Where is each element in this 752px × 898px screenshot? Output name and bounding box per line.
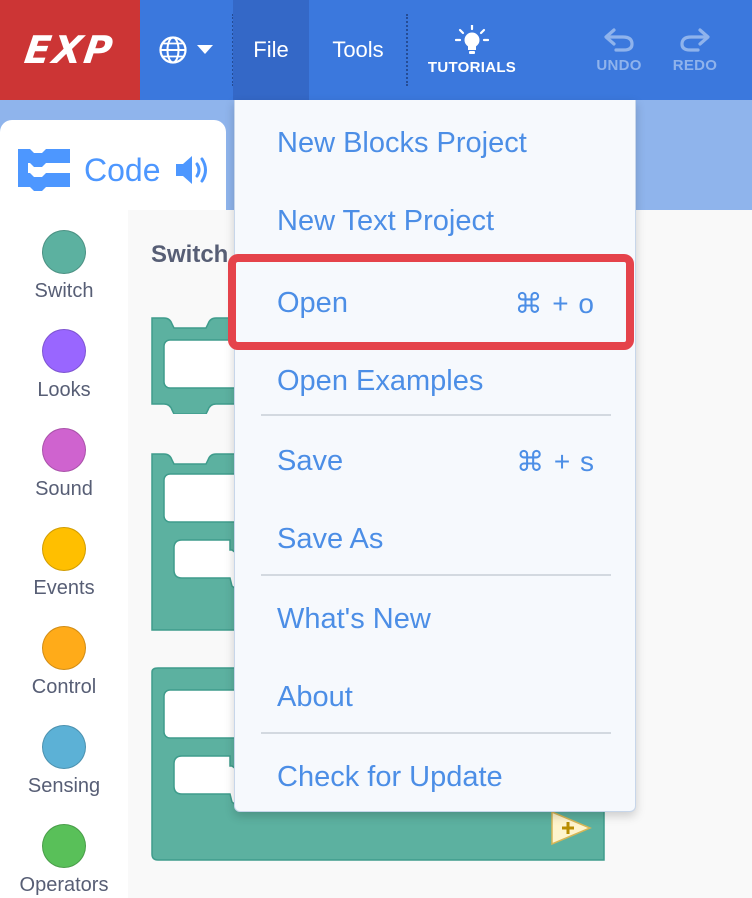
redo-icon	[680, 27, 710, 52]
file-dropdown-menu: New Blocks Project New Text Project Open…	[234, 100, 636, 812]
globe-icon	[159, 36, 187, 64]
menu-item-label: Open Examples	[277, 364, 484, 397]
code-blocks-icon	[18, 149, 70, 191]
menu-item-label: New Blocks Project	[277, 126, 527, 159]
lightbulb-icon	[455, 24, 489, 54]
category-operators[interactable]: Operators	[0, 824, 128, 898]
undo-icon	[604, 27, 634, 52]
menu-item-new-blocks-project[interactable]: New Blocks Project	[235, 108, 635, 178]
category-label: Sensing	[27, 775, 101, 797]
category-label: Control	[31, 676, 97, 698]
category-sensing[interactable]: Sensing	[0, 725, 128, 815]
category-looks[interactable]: Looks	[0, 329, 128, 419]
menu-item-label: What's New	[277, 602, 431, 635]
menu-item-label: New Text Project	[277, 204, 495, 237]
category-dot	[42, 428, 86, 472]
category-menu: Switch Looks Sound Events Control Sensin…	[0, 210, 128, 898]
menu-separator	[261, 732, 611, 734]
undo-label: UNDO	[596, 56, 642, 74]
code-tab-label: Code	[84, 151, 161, 188]
shortcut-label: ⌘ + s	[516, 445, 595, 477]
redo-label: REDO	[672, 56, 718, 74]
language-selector[interactable]	[140, 0, 232, 100]
caret-down-icon	[197, 45, 213, 54]
category-dot	[42, 527, 86, 571]
brand-logo[interactable]: EXP	[0, 0, 140, 100]
tools-menu-button[interactable]: Tools	[315, 0, 401, 100]
category-events[interactable]: Events	[0, 527, 128, 617]
menu-item-label: Save	[277, 444, 344, 477]
category-control[interactable]: Control	[0, 626, 128, 716]
tutorials-label: TUTORIALS	[427, 58, 517, 76]
undo-button[interactable]: UNDO	[586, 0, 652, 100]
category-label: Operators	[19, 874, 109, 896]
menu-item-check-for-update[interactable]: Check for Update	[235, 742, 635, 812]
menu-item-new-text-project[interactable]: New Text Project	[235, 186, 635, 256]
file-menu-label: File	[253, 37, 289, 62]
menu-divider	[406, 14, 408, 86]
menu-item-open-examples[interactable]: Open Examples	[235, 346, 635, 416]
menu-item-save-as[interactable]: Save As	[235, 504, 635, 574]
brand-text: EXP	[22, 28, 118, 72]
menu-item-whats-new[interactable]: What's New	[235, 584, 635, 654]
category-dot	[42, 626, 86, 670]
palette-section-title: Switch	[151, 241, 229, 268]
tools-menu-label: Tools	[332, 37, 384, 62]
category-dot	[42, 230, 86, 274]
menu-item-about[interactable]: About	[235, 662, 635, 732]
category-sound[interactable]: Sound	[0, 428, 128, 518]
menu-separator	[261, 574, 611, 576]
menu-bar: EXP File Tools TUTORIALS UNDO REDO	[0, 0, 752, 100]
menu-item-label: Check for Update	[277, 760, 503, 793]
menu-item-save[interactable]: Save ⌘ + s	[235, 426, 635, 496]
category-switch[interactable]: Switch	[0, 230, 128, 320]
category-dot	[42, 329, 86, 373]
highlight-box	[228, 254, 634, 350]
speaker-icon	[175, 156, 207, 184]
file-menu-button[interactable]: File	[233, 0, 309, 100]
category-label: Sound	[35, 478, 93, 500]
category-label: Events	[33, 577, 95, 599]
tutorials-button[interactable]: TUTORIALS	[420, 0, 524, 100]
tab-code[interactable]: Code	[0, 120, 226, 220]
redo-button[interactable]: REDO	[662, 0, 728, 100]
category-dot	[42, 824, 86, 868]
category-label: Looks	[37, 379, 91, 401]
category-label: Switch	[34, 280, 94, 302]
menu-separator	[261, 414, 611, 416]
category-dot	[42, 725, 86, 769]
menu-item-label: Save As	[277, 522, 384, 555]
menu-item-label: About	[277, 680, 353, 713]
